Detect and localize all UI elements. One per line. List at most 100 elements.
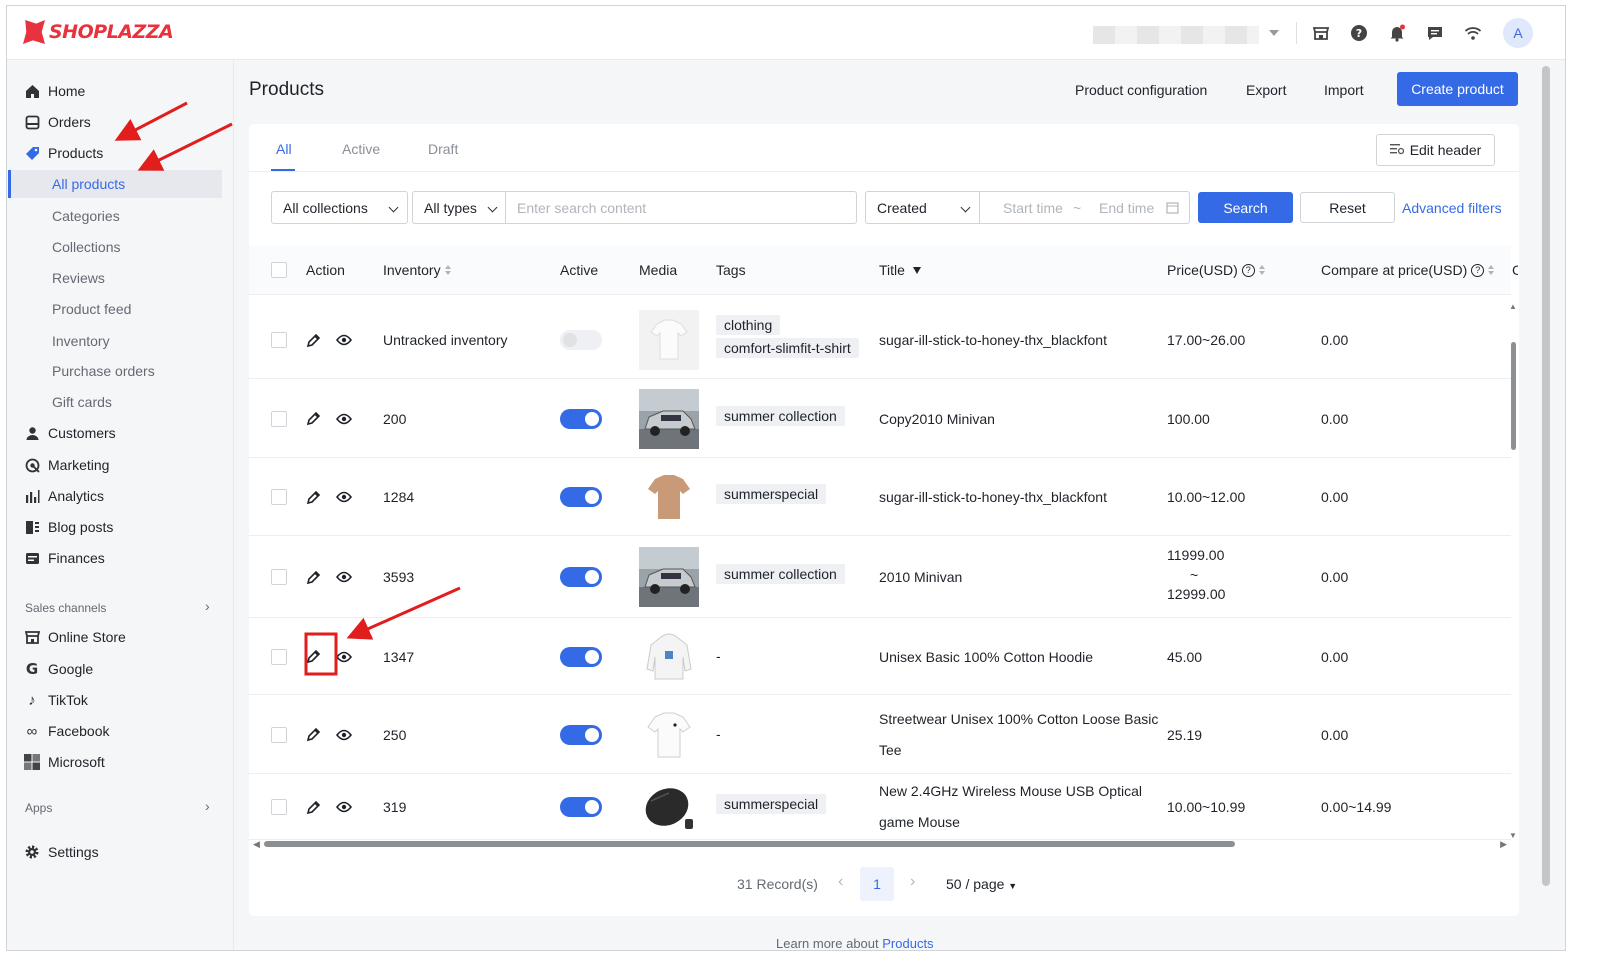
column-header-title[interactable]: Title bbox=[879, 262, 921, 278]
types-select-value: All types bbox=[424, 199, 477, 216]
sort-desc-icon[interactable] bbox=[912, 266, 921, 274]
sidebar-item-label: Products bbox=[48, 145, 104, 161]
product-configuration-button[interactable]: Product configuration bbox=[1075, 82, 1207, 98]
store-dropdown-caret-icon[interactable] bbox=[1269, 30, 1279, 36]
learn-more-footer: Learn more about Products bbox=[776, 936, 934, 951]
next-page-chevron-icon[interactable]: › bbox=[910, 873, 915, 891]
sidebar-item-label: Facebook bbox=[48, 723, 110, 739]
advanced-filters-link[interactable]: Advanced filters bbox=[1402, 200, 1502, 216]
scroll-left-icon[interactable]: ◀ bbox=[253, 839, 260, 850]
sidebar-item-online-store[interactable]: Online Store bbox=[7, 623, 234, 651]
help-circle-icon[interactable]: ? bbox=[1241, 263, 1255, 277]
sidebar-item-orders[interactable]: Orders bbox=[7, 108, 234, 136]
sidebar-item-google[interactable]: G Google bbox=[7, 655, 234, 683]
chevron-down-icon bbox=[388, 202, 399, 213]
store-name-blurred[interactable] bbox=[1093, 26, 1259, 44]
sort-select[interactable]: Created bbox=[865, 191, 979, 224]
sidebar-item-label: All products bbox=[52, 176, 126, 192]
tab-active[interactable]: Active bbox=[342, 141, 380, 157]
sidebar-item-collections[interactable]: Collections bbox=[7, 233, 234, 261]
scroll-up-icon[interactable]: ▲ bbox=[1509, 302, 1517, 311]
sidebar-item-customers[interactable]: Customers bbox=[7, 419, 234, 447]
column-label: Inventory bbox=[383, 262, 441, 278]
search-input[interactable]: Enter search content bbox=[505, 191, 857, 224]
end-time-placeholder[interactable]: End time bbox=[1099, 200, 1154, 216]
collections-select[interactable]: All collections bbox=[271, 191, 408, 224]
table-row bbox=[249, 618, 1511, 695]
column-header-price[interactable]: Price(USD)? bbox=[1167, 262, 1265, 278]
sidebar-item-all-products[interactable]: All products bbox=[8, 170, 222, 198]
column-header-compare-at-price[interactable]: Compare at price(USD)? bbox=[1321, 262, 1495, 278]
meta-icon: ∞ bbox=[26, 722, 38, 740]
help-circle-icon[interactable]: ? bbox=[1471, 263, 1485, 277]
edit-header-label: Edit header bbox=[1409, 142, 1482, 158]
tab-all[interactable]: All bbox=[276, 141, 292, 157]
orders-icon bbox=[24, 114, 40, 130]
apps-header[interactable]: Apps bbox=[25, 801, 52, 815]
sidebar-item-finances[interactable]: Finances bbox=[7, 544, 234, 572]
import-button[interactable]: Import bbox=[1324, 82, 1364, 98]
sales-channels-chevron-icon[interactable]: › bbox=[205, 598, 210, 614]
sidebar-item-label: Collections bbox=[52, 239, 121, 255]
sales-channels-header[interactable]: Sales channels bbox=[25, 601, 106, 615]
page-vertical-scrollbar[interactable] bbox=[1542, 66, 1550, 886]
sidebar-item-blog-posts[interactable]: Blog posts bbox=[7, 513, 234, 541]
shoplazza-logo[interactable]: SHOPLAZZA bbox=[23, 20, 174, 44]
wifi-icon[interactable] bbox=[1463, 23, 1483, 43]
sidebar-item-facebook[interactable]: ∞ Facebook bbox=[7, 717, 234, 745]
help-icon[interactable]: ? bbox=[1349, 23, 1369, 43]
gear-icon bbox=[24, 844, 40, 860]
sort-icon[interactable] bbox=[1258, 265, 1265, 275]
column-header-tags: Tags bbox=[716, 262, 746, 278]
column-header-inventory[interactable]: Inventory bbox=[383, 262, 451, 278]
sidebar-item-reviews[interactable]: Reviews bbox=[7, 264, 234, 292]
column-label: Media bbox=[639, 262, 678, 278]
sidebar-item-settings[interactable]: Settings bbox=[7, 838, 234, 866]
store-icon[interactable] bbox=[1311, 23, 1331, 43]
sidebar-item-product-feed[interactable]: Product feed bbox=[7, 295, 234, 323]
sidebar-item-tiktok[interactable]: ♪ TikTok bbox=[7, 686, 234, 714]
prev-page-chevron-icon[interactable]: ‹ bbox=[838, 873, 843, 891]
records-count: 31 Record(s) bbox=[737, 876, 818, 892]
reset-button[interactable]: Reset bbox=[1300, 192, 1395, 223]
select-all-checkbox[interactable] bbox=[271, 262, 287, 278]
sidebar-item-microsoft[interactable]: Microsoft bbox=[7, 748, 234, 776]
sidebar-item-analytics[interactable]: Analytics bbox=[7, 482, 234, 510]
types-select[interactable]: All types bbox=[412, 191, 506, 224]
avatar[interactable]: A bbox=[1503, 18, 1533, 48]
scroll-down-icon[interactable]: ▼ bbox=[1509, 831, 1517, 840]
column-label: Active bbox=[560, 262, 599, 278]
horizontal-scrollbar-thumb[interactable] bbox=[264, 841, 1235, 847]
edit-header-button[interactable]: Edit header bbox=[1376, 134, 1495, 166]
tab-draft[interactable]: Draft bbox=[428, 141, 458, 157]
column-label: C bbox=[1512, 262, 1518, 278]
date-range-picker[interactable]: Start time ~ End time bbox=[979, 191, 1190, 224]
sidebar-item-gift-cards[interactable]: Gift cards bbox=[7, 388, 234, 416]
create-product-button[interactable]: Create product bbox=[1397, 72, 1518, 106]
bell-icon[interactable] bbox=[1387, 23, 1407, 43]
chat-icon[interactable] bbox=[1425, 23, 1445, 43]
sidebar-item-categories[interactable]: Categories bbox=[7, 202, 234, 230]
table-vertical-scrollbar-thumb[interactable] bbox=[1511, 342, 1516, 450]
sidebar-item-marketing[interactable]: Marketing bbox=[7, 451, 234, 479]
home-icon bbox=[24, 83, 40, 99]
apps-chevron-icon[interactable]: › bbox=[205, 798, 210, 814]
page-number-current[interactable]: 1 bbox=[860, 867, 894, 901]
page-size-select[interactable]: 50 / page ▼ bbox=[946, 876, 1017, 892]
analytics-icon bbox=[24, 488, 40, 504]
start-time-placeholder[interactable]: Start time bbox=[1003, 200, 1063, 216]
search-button[interactable]: Search bbox=[1198, 192, 1293, 223]
page-size-value: 50 / page bbox=[946, 876, 1005, 892]
range-separator: ~ bbox=[1073, 200, 1082, 216]
sort-icon[interactable] bbox=[444, 265, 451, 275]
column-label: Title bbox=[879, 262, 905, 278]
sort-icon[interactable] bbox=[1488, 265, 1495, 275]
sidebar-item-purchase-orders[interactable]: Purchase orders bbox=[7, 357, 234, 385]
sidebar-item-home[interactable]: Home bbox=[7, 77, 234, 105]
sort-select-value: Created bbox=[877, 199, 927, 216]
sidebar-item-inventory[interactable]: Inventory bbox=[7, 327, 234, 355]
sidebar-item-products[interactable]: Products bbox=[7, 139, 234, 167]
learn-more-link[interactable]: Products bbox=[882, 936, 933, 951]
export-button[interactable]: Export bbox=[1246, 82, 1286, 98]
scroll-right-icon[interactable]: ▶ bbox=[1500, 839, 1507, 850]
